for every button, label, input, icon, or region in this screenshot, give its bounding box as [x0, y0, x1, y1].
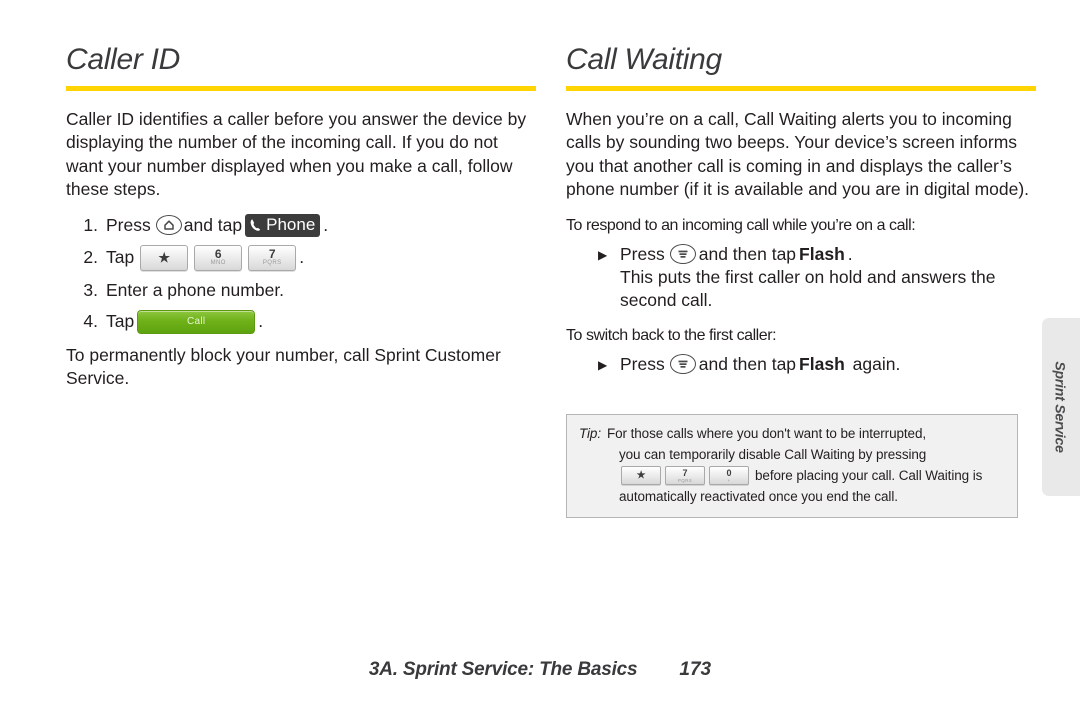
phone-button-label: Phone [266, 214, 316, 234]
phone-handset-icon [249, 218, 262, 232]
bullet-text: Press [620, 243, 665, 264]
phone-app-button[interactable]: Phone [245, 213, 321, 237]
dialpad-key-main: 7 [268, 247, 276, 261]
step-text: Enter a phone number. [106, 279, 285, 300]
dialpad-key-7[interactable]: 7 PQRS [248, 244, 297, 271]
dialpad-key-main: 0 [726, 467, 732, 478]
tip-text-line4-wrap: automatically reactivated once you end t… [579, 486, 1005, 507]
bullet-text-post: again. [847, 353, 901, 374]
tip-box: Tip: For those calls where you don't want… [566, 414, 1018, 518]
dialpad-key-sub: + [727, 477, 731, 483]
caller-id-intro-paragraph: Caller ID identifies a caller before you… [66, 108, 527, 200]
dialpad-key-main: 7 [682, 467, 688, 478]
subheading-respond-incoming: To respond to an incoming call while you… [566, 216, 916, 234]
dialpad-key-sub: PQRS [677, 477, 693, 483]
left-column: Caller ID Caller ID identifies a caller … [66, 44, 536, 403]
title-rule [566, 85, 1036, 91]
bullet-bold-term: Flash [799, 353, 845, 374]
step-text: Tap [106, 247, 135, 267]
triangle-bullet-icon: ▶ [598, 357, 608, 372]
tip-text-line4: automatically reactivated once you end t… [619, 489, 898, 504]
step-text: Tap [106, 311, 135, 331]
dialpad-key-7[interactable]: 7 PQRS [665, 466, 705, 485]
step-text-post: . [323, 214, 329, 235]
list-item: ▶ Press and then tap Flash again. [566, 353, 1036, 377]
tip-text-line3: before placing your call. Call Waiting i… [755, 468, 983, 483]
step-text-post: . [299, 247, 305, 267]
step-text-mid: and tap [183, 214, 243, 235]
bullet-text: Press [620, 353, 665, 374]
list-item: 3. Enter a phone number. [66, 279, 536, 302]
subheading-switch-back: To switch back to the first caller: [566, 326, 777, 344]
page-footer: 3A. Sprint Service: The Basics 173 [0, 659, 1080, 681]
menu-key-icon [669, 244, 696, 264]
list-item: ▶ Press and then tap Flash. This puts th… [566, 243, 1036, 312]
home-key-icon [155, 215, 182, 235]
dialpad-key-star[interactable]: ★ [621, 466, 661, 485]
footer-page-number: 173 [679, 659, 712, 680]
step-number: 3. [83, 279, 98, 300]
dialpad-key-main: 6 [214, 247, 222, 261]
dialpad-key-sub: MNO [210, 260, 226, 266]
tip-text-line2: you can temporarily disable Call Waiting… [619, 447, 927, 462]
tip-text-line1: For those calls where you don't want to … [607, 426, 927, 441]
dialpad-key-star[interactable]: ★ [140, 244, 189, 271]
caller-id-steps: 1. Press and tap Phone . 2. Tap ★ 6 MNO … [66, 213, 536, 334]
bullet-extra-text: This puts the first caller on hold and a… [620, 266, 996, 310]
list-item: 1. Press and tap Phone . [66, 213, 536, 237]
bullet-text-post: . [847, 243, 853, 264]
dialpad-key-sub: PQRS [262, 260, 282, 266]
triangle-bullet-icon: ▶ [598, 247, 608, 262]
tip-label: Tip: [579, 426, 601, 441]
tip-keys-line: ★ 7 PQRS 0 + before placing your call. C… [579, 465, 1005, 486]
page-title-call-waiting: Call Waiting [566, 43, 722, 76]
dialpad-key-0[interactable]: 0 + [709, 466, 749, 485]
call-waiting-intro-paragraph: When you’re on a call, Call Waiting aler… [566, 108, 1030, 200]
dialpad-key-main: ★ [158, 249, 171, 265]
title-rule [66, 85, 536, 91]
right-column: Call Waiting When you’re on a call, Call… [566, 44, 1036, 381]
side-tab-sprint-service: Sprint Service [1042, 318, 1080, 496]
call-button[interactable]: Call [137, 309, 256, 334]
dialpad-key-6[interactable]: 6 MNO [194, 244, 243, 271]
side-tab-label: Sprint Service [1053, 361, 1070, 453]
step-number: 4. [83, 311, 98, 331]
tip-first-line: Tip: For those calls where you don't want… [579, 423, 1005, 444]
dialpad-key-main: ★ [636, 469, 646, 481]
bullet-bold-term: Flash [799, 243, 845, 264]
caller-id-outro-paragraph: To permanently block your number, call S… [66, 344, 501, 389]
step-text: Press [106, 214, 151, 235]
step-number: 2. [83, 247, 98, 267]
menu-key-icon [669, 354, 696, 374]
manual-page: Caller ID Caller ID identifies a caller … [0, 0, 1080, 720]
list-item: 4. Tap Call . [66, 309, 536, 334]
page-title-caller-id: Caller ID [66, 43, 180, 76]
footer-chapter-title: 3A. Sprint Service: The Basics [368, 659, 638, 680]
step-text-post: . [258, 311, 264, 331]
list-item: 2. Tap ★ 6 MNO 7 PQRS . [66, 244, 536, 271]
bullet-text-mid: and then tap [698, 353, 797, 374]
bullet-text-mid: and then tap [698, 243, 797, 264]
tip-text-line2-wrap: you can temporarily disable Call Waiting… [579, 444, 1005, 465]
step-number: 1. [83, 214, 98, 235]
